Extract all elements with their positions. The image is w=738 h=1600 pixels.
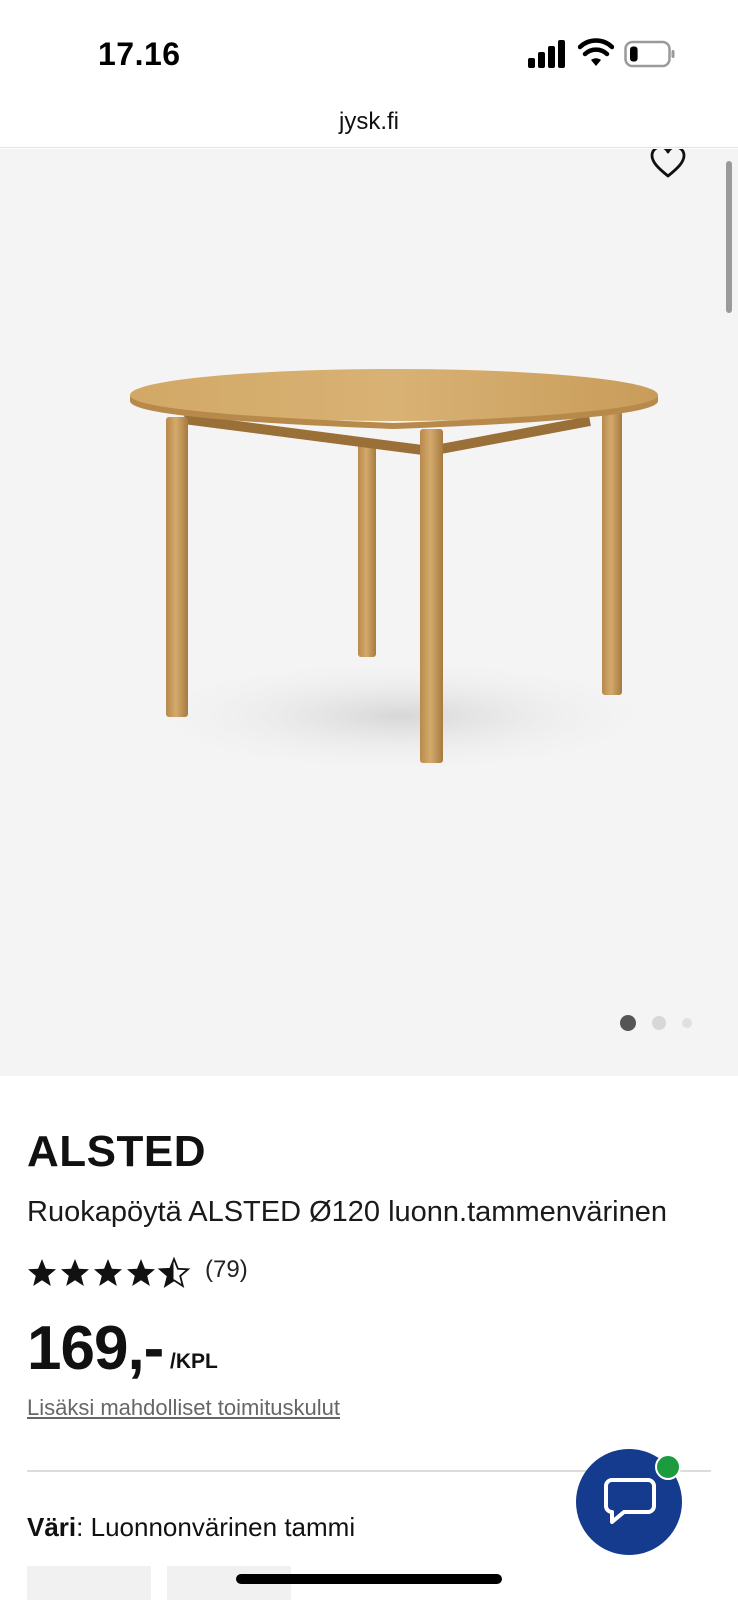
gallery-dot-1[interactable]: [620, 1015, 636, 1031]
heart-icon[interactable]: [650, 149, 686, 179]
status-bar: 17.16: [0, 0, 738, 100]
gallery-dot-3[interactable]: [682, 1018, 692, 1028]
wifi-icon: [578, 38, 614, 66]
rating-star: [94, 1259, 122, 1286]
cellular-signal-icon: [528, 40, 565, 68]
gallery-dot-2[interactable]: [652, 1016, 666, 1030]
price-unit: /KPL: [170, 1350, 218, 1373]
rating-star: [28, 1259, 56, 1286]
status-time: 17.16: [98, 36, 181, 72]
color-swatch-1[interactable]: [27, 1566, 151, 1600]
shipping-costs-link[interactable]: Lisäksi mahdolliset toimituskulut: [27, 1395, 340, 1421]
product-image-gallery[interactable]: [0, 149, 738, 1076]
home-indicator: [236, 1574, 502, 1584]
address-bar[interactable]: jysk.fi: [0, 100, 738, 148]
review-count[interactable]: (79): [205, 1256, 248, 1284]
product-price: 169,-: [27, 1314, 164, 1383]
gallery-pagination[interactable]: [620, 1013, 700, 1033]
rating-stars[interactable]: [27, 1256, 191, 1290]
color-value: : Luonnonvärinen tammi: [76, 1512, 356, 1542]
online-status-badge: [655, 1454, 681, 1480]
rating-star: [127, 1259, 155, 1286]
color-row: Väri: Luonnonvärinen tammi: [27, 1512, 355, 1543]
chat-bubble-icon[interactable]: [602, 1476, 658, 1526]
rating-star: [61, 1259, 89, 1286]
product-image: [130, 369, 670, 776]
rating-star: [157, 1256, 191, 1289]
page-scrollbar[interactable]: [726, 161, 732, 313]
color-label: Väri: [27, 1512, 77, 1542]
battery-icon: [624, 40, 675, 68]
product-name: Ruokapöytä ALSTED Ø120 luonn.tammenvärin…: [27, 1196, 667, 1228]
url-text[interactable]: jysk.fi: [0, 108, 738, 136]
product-brand: ALSTED: [27, 1127, 206, 1176]
